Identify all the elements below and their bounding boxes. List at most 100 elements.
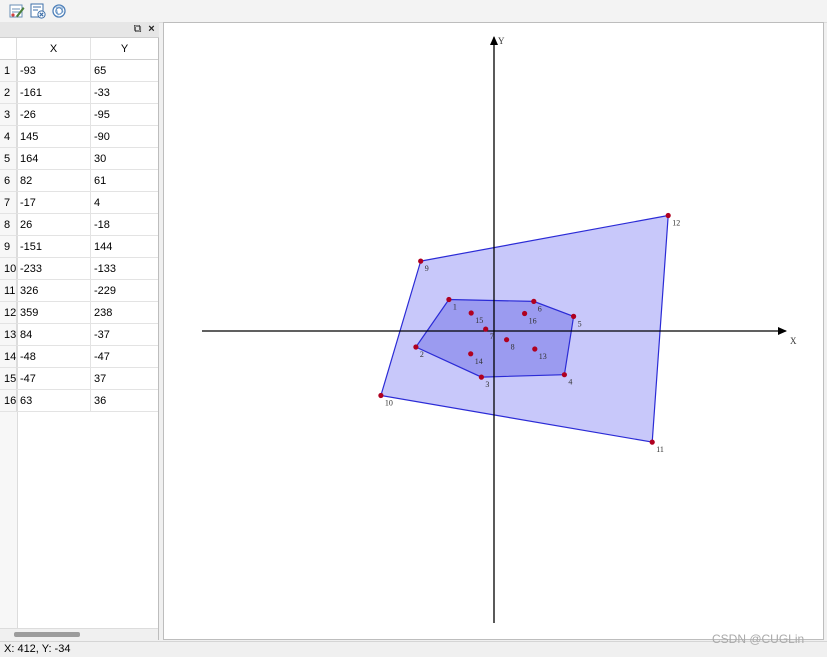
point-7[interactable] bbox=[483, 326, 489, 332]
row-number[interactable]: 16 bbox=[0, 390, 17, 412]
float-panel-button[interactable]: ⧉ bbox=[131, 23, 144, 36]
horizontal-scrollbar[interactable] bbox=[0, 628, 158, 641]
convex-hull-icon bbox=[52, 4, 66, 18]
cell-y[interactable]: 36 bbox=[91, 390, 158, 412]
point-8[interactable] bbox=[504, 337, 510, 343]
close-panel-button[interactable]: × bbox=[145, 23, 158, 36]
point-label-12: 12 bbox=[672, 219, 680, 228]
row-number[interactable]: 8 bbox=[0, 214, 17, 236]
column-header-x[interactable]: X bbox=[17, 38, 91, 60]
point-label-4: 4 bbox=[568, 378, 572, 387]
row-number[interactable]: 1 bbox=[0, 60, 17, 82]
plot-canvas[interactable]: X Y 1 2 3 4 5 6 7 8 9 10 11 12 13 14 15 16 bbox=[163, 22, 824, 640]
point-3[interactable] bbox=[478, 374, 484, 380]
points-table: X Y 1 -93 65 2 -161 -33 3 -26 -95 4 145 -90 5 164 30 6 8… bbox=[0, 38, 158, 628]
point-6[interactable] bbox=[531, 298, 537, 304]
point-label-6: 6 bbox=[538, 304, 542, 313]
x-axis-label: X bbox=[790, 336, 797, 346]
row-number[interactable]: 14 bbox=[0, 346, 17, 368]
point-11[interactable] bbox=[649, 439, 655, 445]
cell-y[interactable]: -90 bbox=[91, 126, 158, 148]
point-15[interactable] bbox=[468, 310, 474, 316]
cell-y[interactable]: -95 bbox=[91, 104, 158, 126]
cell-x[interactable]: -161 bbox=[17, 82, 91, 104]
cell-x[interactable]: -151 bbox=[17, 236, 91, 258]
cell-y[interactable]: -47 bbox=[91, 346, 158, 368]
cell-x[interactable]: 26 bbox=[17, 214, 91, 236]
cell-x[interactable]: -26 bbox=[17, 104, 91, 126]
row-number[interactable]: 11 bbox=[0, 280, 17, 302]
point-label-7: 7 bbox=[490, 332, 494, 341]
edit-points-icon bbox=[9, 4, 25, 18]
point-12[interactable] bbox=[665, 212, 671, 219]
row-number[interactable]: 5 bbox=[0, 148, 17, 170]
row-number[interactable]: 7 bbox=[0, 192, 17, 214]
cell-x[interactable]: -47 bbox=[17, 368, 91, 390]
point-label-15: 15 bbox=[475, 316, 483, 325]
points-table-panel: ⧉ × X Y 1 -93 65 2 -161 -33 3 -26 -95 4 145 -90 5 164… bbox=[0, 22, 159, 641]
cell-x[interactable]: 359 bbox=[17, 302, 91, 324]
cursor-coordinates: X: 412, Y: -34 bbox=[4, 643, 71, 655]
cell-y[interactable]: 37 bbox=[91, 368, 158, 390]
row-number[interactable]: 9 bbox=[0, 236, 17, 258]
cell-x[interactable]: 63 bbox=[17, 390, 91, 412]
table-header: X Y bbox=[0, 38, 158, 60]
y-axis-label: Y bbox=[498, 36, 505, 46]
panel-title-bar: ⧉ × bbox=[0, 22, 159, 38]
point-label-9: 9 bbox=[425, 264, 429, 273]
point-1[interactable] bbox=[446, 296, 452, 303]
row-number[interactable]: 13 bbox=[0, 324, 17, 346]
cell-x[interactable]: -17 bbox=[17, 192, 91, 214]
row-number[interactable]: 4 bbox=[0, 126, 17, 148]
row-number[interactable]: 3 bbox=[0, 104, 17, 126]
watermark: CSDN @CUGLin bbox=[712, 632, 805, 646]
cell-y[interactable]: 4 bbox=[91, 192, 158, 214]
point-label-2: 2 bbox=[420, 350, 424, 359]
point-14[interactable] bbox=[468, 351, 474, 357]
cell-y[interactable]: -37 bbox=[91, 324, 158, 346]
cell-y[interactable]: -33 bbox=[91, 82, 158, 104]
point-label-3: 3 bbox=[485, 380, 489, 389]
edit-points-button[interactable] bbox=[8, 2, 26, 20]
cell-y[interactable]: -18 bbox=[91, 214, 158, 236]
cell-x[interactable]: -48 bbox=[17, 346, 91, 368]
row-number[interactable]: 12 bbox=[0, 302, 17, 324]
cell-x[interactable]: 84 bbox=[17, 324, 91, 346]
point-2[interactable] bbox=[413, 344, 419, 350]
point-label-1: 1 bbox=[453, 303, 457, 312]
point-label-8: 8 bbox=[511, 343, 515, 352]
cell-x[interactable]: -93 bbox=[17, 60, 91, 82]
cell-y[interactable]: 144 bbox=[91, 236, 158, 258]
cell-y[interactable]: -133 bbox=[91, 258, 158, 280]
cell-x[interactable]: 145 bbox=[17, 126, 91, 148]
point-5[interactable] bbox=[571, 313, 577, 319]
point-9[interactable] bbox=[418, 258, 424, 264]
row-number[interactable]: 10 bbox=[0, 258, 17, 280]
column-header-y[interactable]: Y bbox=[91, 38, 158, 60]
point-label-13: 13 bbox=[539, 352, 547, 361]
row-number[interactable]: 2 bbox=[0, 82, 17, 104]
cell-y[interactable]: 65 bbox=[91, 60, 158, 82]
convex-hull-button[interactable] bbox=[50, 2, 68, 20]
row-number[interactable]: 6 bbox=[0, 170, 17, 192]
scrollbar-thumb[interactable] bbox=[14, 632, 80, 637]
clear-table-icon bbox=[30, 3, 46, 19]
point-label-11: 11 bbox=[656, 445, 664, 454]
cell-x[interactable]: -233 bbox=[17, 258, 91, 280]
point-16[interactable] bbox=[522, 310, 528, 317]
point-label-10: 10 bbox=[385, 399, 393, 408]
clear-table-button[interactable] bbox=[29, 2, 47, 20]
status-bar: X: 412, Y: -34 bbox=[0, 641, 827, 657]
cell-x[interactable]: 164 bbox=[17, 148, 91, 170]
cell-y[interactable]: 61 bbox=[91, 170, 158, 192]
cell-x[interactable]: 326 bbox=[17, 280, 91, 302]
cell-y[interactable]: 238 bbox=[91, 302, 158, 324]
point-10[interactable] bbox=[378, 392, 384, 399]
cell-x[interactable]: 82 bbox=[17, 170, 91, 192]
point-13[interactable] bbox=[532, 346, 538, 352]
point-4[interactable] bbox=[561, 372, 567, 378]
row-number[interactable]: 15 bbox=[0, 368, 17, 390]
cell-y[interactable]: 30 bbox=[91, 148, 158, 170]
cell-y[interactable]: -229 bbox=[91, 280, 158, 302]
corner-cell[interactable] bbox=[0, 38, 17, 60]
